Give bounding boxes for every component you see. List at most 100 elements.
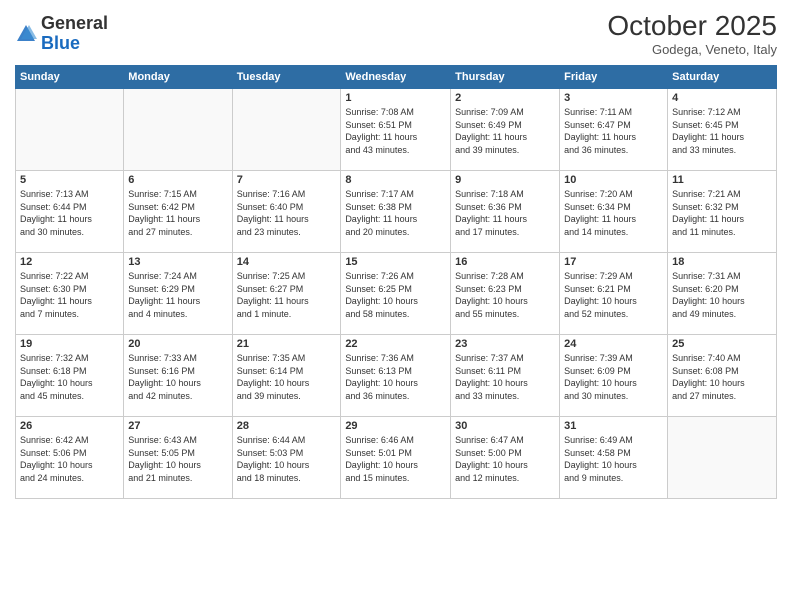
day-number: 25 bbox=[672, 338, 772, 350]
day-number: 9 bbox=[455, 174, 555, 186]
calendar-cell: 2 Sunrise: 7:09 AM Sunset: 6:49 PM Daylig… bbox=[451, 89, 560, 171]
day-number: 11 bbox=[672, 174, 772, 186]
title-area: October 2025 Godega, Veneto, Italy bbox=[607, 10, 777, 57]
calendar-cell: 4Sunrise: 7:12 AM Sunset: 6:45 PM Daylig… bbox=[668, 89, 777, 171]
day-info: Sunrise: 7:39 AM Sunset: 6:09 PM Dayligh… bbox=[564, 352, 663, 402]
logo-blue-text: Blue bbox=[41, 33, 80, 53]
calendar-cell: 31Sunrise: 6:49 AM Sunset: 4:58 PM Dayli… bbox=[560, 417, 668, 499]
day-info: Sunrise: 7:40 AM Sunset: 6:08 PM Dayligh… bbox=[672, 352, 772, 402]
day-info: Sunrise: 7:28 AM Sunset: 6:23 PM Dayligh… bbox=[455, 270, 555, 320]
calendar-cell: 6 Sunrise: 7:15 AM Sunset: 6:42 PM Daylig… bbox=[124, 171, 232, 253]
day-info: Sunrise: 7:25 AM Sunset: 6:27 PM Dayligh… bbox=[237, 270, 337, 320]
calendar-cell: 26 Sunrise: 6:42 AM Sunset: 5:06 PM Dayli… bbox=[16, 417, 124, 499]
day-number: 1 bbox=[345, 92, 446, 104]
day-number: 29 bbox=[345, 420, 446, 432]
day-info: Sunrise: 7:13 AM Sunset: 6:44 PM Dayligh… bbox=[20, 188, 119, 238]
day-info: Sunrise: 7:18 AM Sunset: 6:36 PM Dayligh… bbox=[455, 188, 555, 238]
calendar-cell: 7 Sunrise: 7:16 AM Sunset: 6:40 PM Daylig… bbox=[232, 171, 341, 253]
day-number: 12 bbox=[20, 256, 119, 268]
logo-icon bbox=[15, 23, 37, 45]
day-number: 8 bbox=[345, 174, 446, 186]
location-subtitle: Godega, Veneto, Italy bbox=[607, 42, 777, 57]
day-info: Sunrise: 7:17 AM Sunset: 6:38 PM Dayligh… bbox=[345, 188, 446, 238]
calendar-week-row: 5 Sunrise: 7:13 AM Sunset: 6:44 PM Daylig… bbox=[16, 171, 777, 253]
day-info: Sunrise: 7:33 AM Sunset: 6:16 PM Dayligh… bbox=[128, 352, 227, 402]
calendar-week-row: 19 Sunrise: 7:32 AM Sunset: 6:18 PM Dayli… bbox=[16, 335, 777, 417]
day-number: 19 bbox=[20, 338, 119, 350]
day-number: 14 bbox=[237, 256, 337, 268]
calendar-cell: 27 Sunrise: 6:43 AM Sunset: 5:05 PM Dayli… bbox=[124, 417, 232, 499]
calendar-cell bbox=[668, 417, 777, 499]
day-number: 23 bbox=[455, 338, 555, 350]
day-number: 2 bbox=[455, 92, 555, 104]
calendar-week-row: 26 Sunrise: 6:42 AM Sunset: 5:06 PM Dayli… bbox=[16, 417, 777, 499]
calendar-cell bbox=[232, 89, 341, 171]
calendar-table: SundayMondayTuesdayWednesdayThursdayFrid… bbox=[15, 65, 777, 499]
calendar-cell: 30Sunrise: 6:47 AM Sunset: 5:00 PM Dayli… bbox=[451, 417, 560, 499]
day-number: 27 bbox=[128, 420, 227, 432]
calendar-cell: 20 Sunrise: 7:33 AM Sunset: 6:16 PM Dayli… bbox=[124, 335, 232, 417]
day-number: 20 bbox=[128, 338, 227, 350]
day-info: Sunrise: 7:22 AM Sunset: 6:30 PM Dayligh… bbox=[20, 270, 119, 320]
calendar-cell: 9 Sunrise: 7:18 AM Sunset: 6:36 PM Daylig… bbox=[451, 171, 560, 253]
weekday-header: Wednesday bbox=[341, 66, 451, 89]
day-number: 5 bbox=[20, 174, 119, 186]
calendar-cell: 24 Sunrise: 7:39 AM Sunset: 6:09 PM Dayli… bbox=[560, 335, 668, 417]
weekday-header: Saturday bbox=[668, 66, 777, 89]
day-number: 24 bbox=[564, 338, 663, 350]
calendar-cell: 12 Sunrise: 7:22 AM Sunset: 6:30 PM Dayli… bbox=[16, 253, 124, 335]
day-number: 13 bbox=[128, 256, 227, 268]
calendar-cell: 3 Sunrise: 7:11 AM Sunset: 6:47 PM Daylig… bbox=[560, 89, 668, 171]
day-info: Sunrise: 7:09 AM Sunset: 6:49 PM Dayligh… bbox=[455, 106, 555, 156]
calendar-cell: 29 Sunrise: 6:46 AM Sunset: 5:01 PM Dayli… bbox=[341, 417, 451, 499]
day-number: 26 bbox=[20, 420, 119, 432]
calendar-week-row: 1 Sunrise: 7:08 AM Sunset: 6:51 PM Daylig… bbox=[16, 89, 777, 171]
day-number: 6 bbox=[128, 174, 227, 186]
calendar-cell: 5 Sunrise: 7:13 AM Sunset: 6:44 PM Daylig… bbox=[16, 171, 124, 253]
day-info: Sunrise: 6:47 AM Sunset: 5:00 PM Dayligh… bbox=[455, 434, 555, 484]
day-number: 16 bbox=[455, 256, 555, 268]
weekday-header: Friday bbox=[560, 66, 668, 89]
calendar-cell bbox=[124, 89, 232, 171]
day-number: 22 bbox=[345, 338, 446, 350]
calendar-cell: 21 Sunrise: 7:35 AM Sunset: 6:14 PM Dayli… bbox=[232, 335, 341, 417]
day-number: 7 bbox=[237, 174, 337, 186]
weekday-header: Tuesday bbox=[232, 66, 341, 89]
calendar-cell: 1 Sunrise: 7:08 AM Sunset: 6:51 PM Daylig… bbox=[341, 89, 451, 171]
calendar-cell: 18Sunrise: 7:31 AM Sunset: 6:20 PM Dayli… bbox=[668, 253, 777, 335]
calendar-cell: 8 Sunrise: 7:17 AM Sunset: 6:38 PM Daylig… bbox=[341, 171, 451, 253]
day-number: 10 bbox=[564, 174, 663, 186]
day-info: Sunrise: 6:46 AM Sunset: 5:01 PM Dayligh… bbox=[345, 434, 446, 484]
calendar-cell: 10 Sunrise: 7:20 AM Sunset: 6:34 PM Dayli… bbox=[560, 171, 668, 253]
day-number: 15 bbox=[345, 256, 446, 268]
calendar-cell: 23Sunrise: 7:37 AM Sunset: 6:11 PM Dayli… bbox=[451, 335, 560, 417]
calendar-week-row: 12 Sunrise: 7:22 AM Sunset: 6:30 PM Dayli… bbox=[16, 253, 777, 335]
day-number: 3 bbox=[564, 92, 663, 104]
day-info: Sunrise: 7:29 AM Sunset: 6:21 PM Dayligh… bbox=[564, 270, 663, 320]
day-info: Sunrise: 7:26 AM Sunset: 6:25 PM Dayligh… bbox=[345, 270, 446, 320]
day-info: Sunrise: 6:42 AM Sunset: 5:06 PM Dayligh… bbox=[20, 434, 119, 484]
logo-general-text: General bbox=[41, 13, 108, 33]
page-header: General Blue October 2025 Godega, Veneto… bbox=[15, 10, 777, 57]
calendar-cell: 19 Sunrise: 7:32 AM Sunset: 6:18 PM Dayli… bbox=[16, 335, 124, 417]
day-number: 21 bbox=[237, 338, 337, 350]
weekday-header: Monday bbox=[124, 66, 232, 89]
day-info: Sunrise: 6:44 AM Sunset: 5:03 PM Dayligh… bbox=[237, 434, 337, 484]
calendar-cell: 28Sunrise: 6:44 AM Sunset: 5:03 PM Dayli… bbox=[232, 417, 341, 499]
day-number: 17 bbox=[564, 256, 663, 268]
day-info: Sunrise: 7:20 AM Sunset: 6:34 PM Dayligh… bbox=[564, 188, 663, 238]
day-info: Sunrise: 7:21 AM Sunset: 6:32 PM Dayligh… bbox=[672, 188, 772, 238]
day-info: Sunrise: 6:43 AM Sunset: 5:05 PM Dayligh… bbox=[128, 434, 227, 484]
weekday-header: Sunday bbox=[16, 66, 124, 89]
calendar-cell: 16 Sunrise: 7:28 AM Sunset: 6:23 PM Dayli… bbox=[451, 253, 560, 335]
day-info: Sunrise: 7:08 AM Sunset: 6:51 PM Dayligh… bbox=[345, 106, 446, 156]
month-title: October 2025 bbox=[607, 10, 777, 42]
calendar-cell bbox=[16, 89, 124, 171]
day-info: Sunrise: 7:11 AM Sunset: 6:47 PM Dayligh… bbox=[564, 106, 663, 156]
day-info: Sunrise: 7:32 AM Sunset: 6:18 PM Dayligh… bbox=[20, 352, 119, 402]
calendar-cell: 11 Sunrise: 7:21 AM Sunset: 6:32 PM Dayli… bbox=[668, 171, 777, 253]
day-info: Sunrise: 7:16 AM Sunset: 6:40 PM Dayligh… bbox=[237, 188, 337, 238]
calendar-cell: 13Sunrise: 7:24 AM Sunset: 6:29 PM Dayli… bbox=[124, 253, 232, 335]
day-info: Sunrise: 7:35 AM Sunset: 6:14 PM Dayligh… bbox=[237, 352, 337, 402]
day-info: Sunrise: 7:15 AM Sunset: 6:42 PM Dayligh… bbox=[128, 188, 227, 238]
